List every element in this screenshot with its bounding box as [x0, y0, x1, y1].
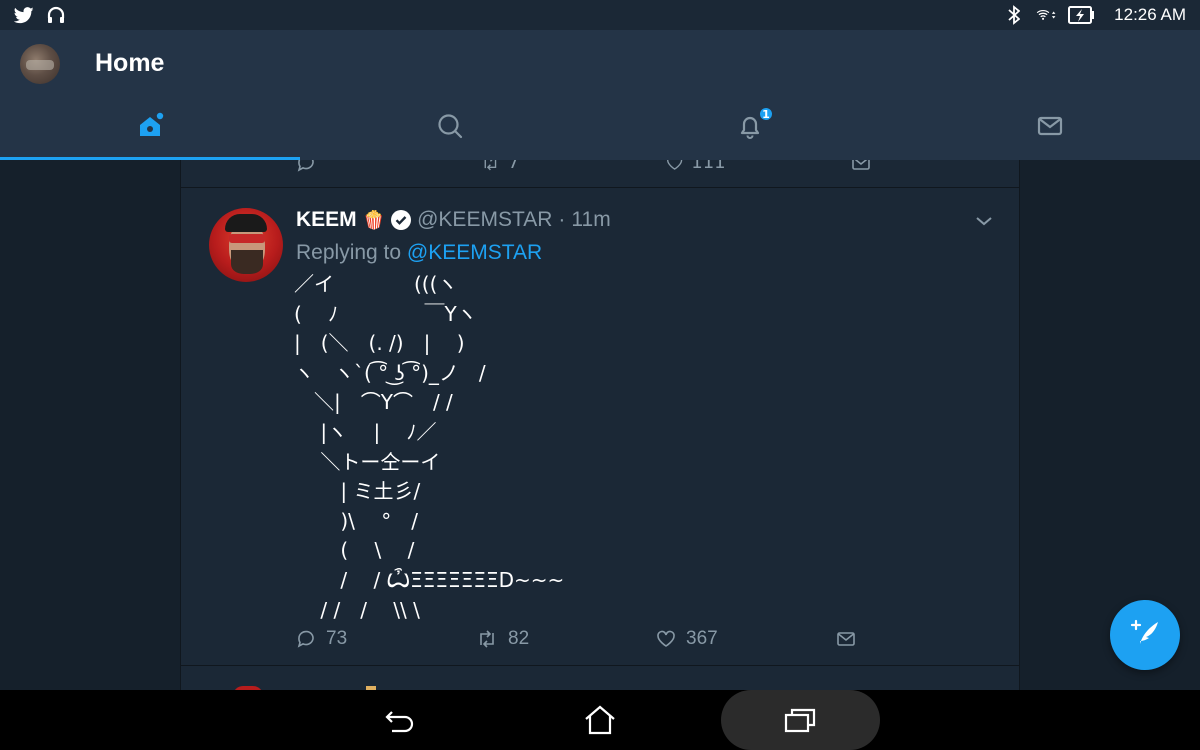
- mail-share-icon: [852, 160, 870, 170]
- retweet-button[interactable]: 82: [476, 628, 656, 650]
- tab-home[interactable]: [0, 96, 300, 160]
- timeline[interactable]: 7 111 KEEM 🍿 @KEEMSTAR · 11m Replying to…: [180, 160, 1020, 690]
- app-bar: Home 1: [0, 30, 1200, 160]
- like-button[interactable]: 111: [666, 160, 851, 173]
- heart-icon: [667, 160, 683, 170]
- ascii-art-line: | (＼ (. /) | ): [294, 331, 465, 356]
- tweet-text: ／イ (((ヽ ( ﾉ ￣Yヽ | (＼ (. /) | ) ヽ ヽ`( ͡° ͜ʖ …: [294, 270, 564, 625]
- tweet-time: 11m: [571, 208, 611, 231]
- reply-button[interactable]: 73: [296, 628, 476, 650]
- retweet-count: 7: [507, 160, 520, 173]
- author-avatar[interactable]: [209, 208, 283, 282]
- chevron-down-icon[interactable]: [975, 212, 993, 231]
- ascii-art-line: ／イ (((ヽ: [294, 272, 458, 296]
- mail-share-icon: [837, 632, 855, 646]
- search-icon: [436, 112, 464, 144]
- home-nav-button[interactable]: [570, 690, 630, 750]
- battery-charging-icon: [1068, 5, 1096, 25]
- clock: 12:26 AM: [1114, 5, 1186, 24]
- recents-button[interactable]: [770, 690, 830, 750]
- author-name[interactable]: KEEM: [296, 208, 357, 232]
- home-icon: [136, 112, 164, 144]
- reply-button[interactable]: [296, 160, 481, 173]
- tweet-header: KEEM 🍿 @KEEMSTAR · 11m: [296, 208, 611, 232]
- tab-notifications[interactable]: 1: [600, 96, 900, 160]
- ascii-art-line: | ミ土彡/: [294, 479, 421, 504]
- tweet-actions: 73 82 367: [296, 628, 1016, 650]
- like-button[interactable]: 367: [656, 628, 836, 650]
- ascii-art-line: ＼| ⌒Y⌒ / /: [294, 390, 453, 415]
- like-count: 111: [691, 160, 726, 173]
- heart-icon: [657, 630, 675, 647]
- meta-separator: ·: [558, 208, 566, 231]
- twitter-icon: [14, 5, 34, 25]
- system-nav-bar: [0, 690, 1200, 750]
- bluetooth-icon: [1004, 5, 1024, 25]
- verified-icon: [391, 210, 412, 230]
- tab-messages[interactable]: [900, 96, 1200, 160]
- reply-count: 73: [326, 628, 348, 649]
- reply-icon: [297, 630, 314, 648]
- reply-icon: [297, 160, 314, 172]
- retweet-button[interactable]: 7: [481, 160, 666, 173]
- ascii-art-line: |ヽ | ﾉ／: [294, 419, 437, 444]
- headset-icon: [46, 5, 66, 25]
- status-bar: 12:26 AM: [0, 0, 1200, 30]
- back-icon: [385, 711, 414, 733]
- back-button[interactable]: [370, 690, 430, 750]
- replying-prefix: Replying to: [296, 241, 402, 264]
- compose-tweet-icon: [1128, 618, 1162, 652]
- ascii-art-line: / / / \\ \: [294, 597, 420, 622]
- ascii-art-line: / / ѼΞΞΞΞΞΞΞD~~~: [294, 567, 565, 592]
- ascii-art-line: ＼トー仝ーイ: [294, 449, 441, 474]
- retweet-icon: [484, 160, 497, 170]
- tab-search[interactable]: [300, 96, 600, 160]
- tab-bar: 1: [0, 96, 1200, 160]
- home-nav-icon: [585, 705, 615, 735]
- retweet-icon: [480, 630, 494, 648]
- dm-share-button[interactable]: [851, 160, 1019, 173]
- like-count: 367: [686, 628, 718, 649]
- tweet[interactable]: KEEM 🍿 @KEEMSTAR · 11m Replying to @KEEM…: [181, 188, 1019, 666]
- ascii-art-line: ( \ /: [294, 538, 415, 563]
- replying-to: Replying to @KEEMSTAR: [296, 241, 542, 265]
- page-title: Home: [95, 49, 165, 77]
- notification-badge: 1: [758, 106, 774, 122]
- retweet-count: 82: [508, 628, 530, 649]
- ascii-art-line: ヽ ヽ`( ͡° ͜ʖ ͡°)_ノ /: [294, 360, 486, 385]
- previous-tweet-actions: 7 111: [181, 160, 1019, 188]
- recents-icon: [784, 708, 816, 733]
- author-handle[interactable]: @KEEMSTAR: [417, 208, 552, 232]
- ascii-art-line: )\ ° /: [294, 508, 418, 533]
- mail-icon: [1036, 112, 1064, 144]
- dm-share-button[interactable]: [836, 628, 1016, 650]
- popcorn-emoji: 🍿: [362, 209, 386, 230]
- profile-avatar[interactable]: [20, 44, 60, 84]
- compose-tweet-button[interactable]: [1110, 600, 1180, 670]
- replying-mention[interactable]: @KEEMSTAR: [407, 241, 542, 264]
- wifi-icon: [1036, 5, 1056, 25]
- ascii-art-line: ( ﾉ ￣Yヽ: [294, 301, 477, 326]
